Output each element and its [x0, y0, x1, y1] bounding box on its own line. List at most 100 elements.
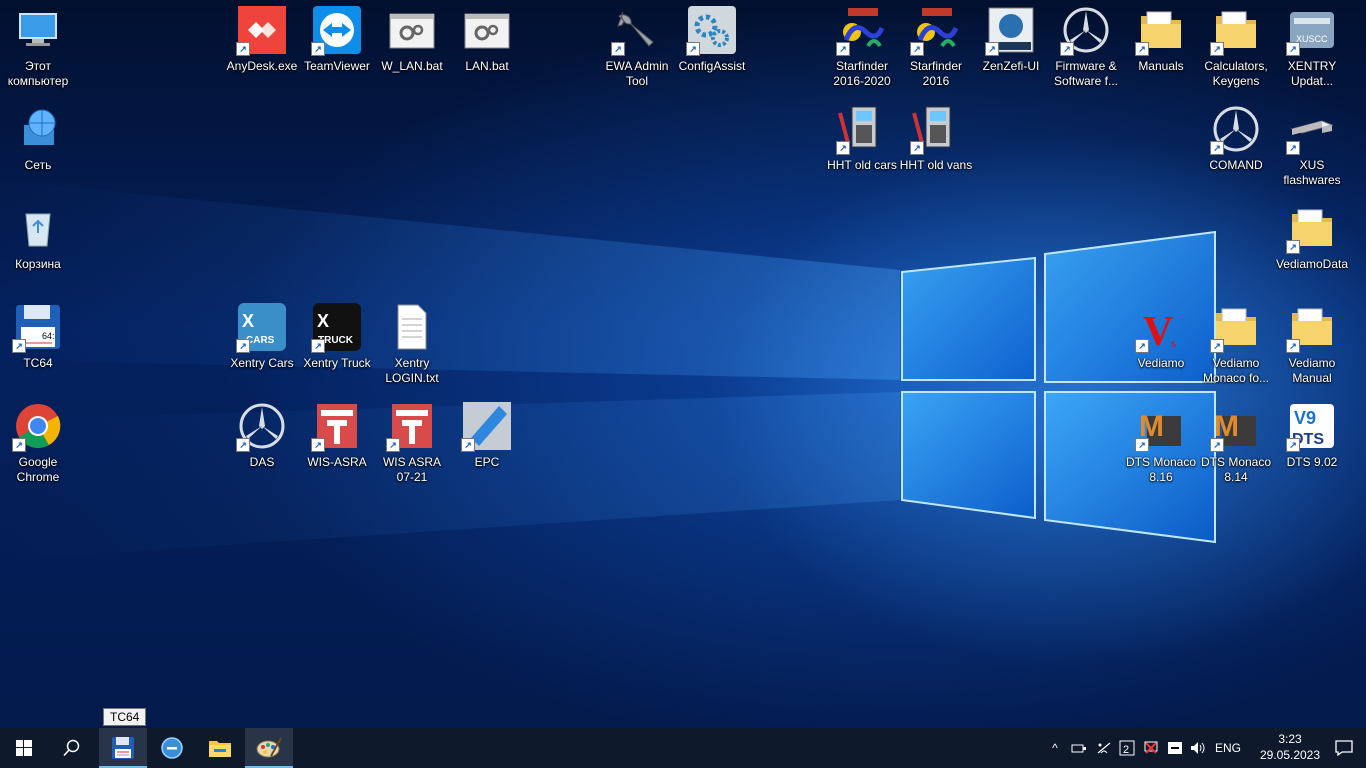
text-file-icon	[388, 303, 436, 351]
taskbar-app-blue-circle[interactable]	[148, 728, 196, 768]
batch-file-icon	[463, 6, 511, 54]
network-error-icon	[1144, 741, 1158, 754]
desktop-icon-vediamodata[interactable]: ↗ VediamoData	[1274, 204, 1350, 272]
zenzefi-icon: ↗	[985, 6, 1035, 56]
folder-icon: ↗	[1135, 6, 1185, 56]
desktop-icon-xus[interactable]: ↗ XUS flashwares	[1274, 105, 1350, 188]
drive-icon: ↗	[1286, 105, 1336, 155]
start-button[interactable]	[0, 728, 48, 768]
desktop-icon-manuals[interactable]: ↗ Manuals	[1123, 6, 1199, 74]
tray-network[interactable]	[1141, 728, 1161, 768]
desktop-icon-label: HHT old vans	[899, 158, 973, 172]
desktop-icon-calculators[interactable]: ↗ Calculators, Keygens	[1198, 6, 1274, 89]
desktop-icon-w_lan[interactable]: W_LAN.bat	[374, 6, 450, 74]
desktop-icon-label: WIS-ASRA	[307, 455, 367, 469]
taskbar-app-paint[interactable]	[245, 728, 293, 768]
shortcut-arrow-icon: ↗	[611, 42, 625, 56]
desktop-icon-hht_cars[interactable]: ↗ HHT old cars	[824, 105, 900, 173]
desktop-icon-label: Google Chrome	[16, 455, 60, 484]
desktop-icon-label: EWA Admin Tool	[605, 59, 669, 88]
desktop-icon-wis_asra_0721[interactable]: ↗ WIS ASRA 07-21	[374, 402, 450, 485]
dts-monaco-icon: M ↗	[1210, 402, 1260, 452]
desktop-icon-configassist[interactable]: ↗ ConfigAssist	[674, 6, 750, 74]
tray-wifi[interactable]	[1093, 728, 1115, 768]
shortcut-arrow-icon: ↗	[1135, 42, 1149, 56]
shortcut-arrow-icon: ↗	[1060, 42, 1074, 56]
desktop-icon-label: Vediamo Monaco fo...	[1202, 356, 1270, 385]
desktop-icon-vediamo[interactable]: Vs ↗ Vediamo	[1123, 303, 1199, 371]
folder-icon: ↗	[1286, 303, 1336, 353]
desktop-icon-label: TeamViewer	[304, 59, 370, 73]
desktop-icon-anydesk[interactable]: ↗ AnyDesk.exe	[224, 6, 300, 74]
tray-minus-icon	[1168, 742, 1182, 754]
tray-usb[interactable]	[1069, 728, 1089, 768]
clock-time: 3:23	[1278, 732, 1302, 746]
tray-overflow-chevron[interactable]: ^	[1045, 728, 1065, 768]
desktop-icon-label: Xentry Truck	[303, 356, 371, 370]
svg-text:XUSCC: XUSCC	[1296, 34, 1328, 44]
desktop-icon-epc[interactable]: ↗ EPC	[449, 402, 525, 470]
action-center-button[interactable]	[1322, 728, 1366, 768]
desktop-icon-vediamo_manual[interactable]: ↗ Vediamo Manual	[1274, 303, 1350, 386]
wis-lift-icon: ↗	[311, 402, 361, 452]
desktop-icon-starfinder2016_2020[interactable]: ↗ Starfinder 2016-2020	[824, 6, 900, 89]
tray-volume[interactable]	[1188, 728, 1208, 768]
desktop-icon-label: Vediamo	[1137, 356, 1185, 370]
taskbar-app-explorer[interactable]	[196, 728, 244, 768]
xentry-cars-icon: X CARS ↗	[236, 303, 286, 353]
taskbar-app-tc64[interactable]	[99, 728, 147, 768]
desktop-icon-label: HHT old cars	[827, 158, 897, 172]
desktop-icon-comand[interactable]: ↗ COMAND	[1198, 105, 1274, 173]
desktop-icon-label: EPC	[474, 455, 500, 469]
floppy-disk-icon	[112, 737, 134, 759]
desktop-icon-tc64[interactable]: 64: ↗ TC64	[0, 303, 76, 371]
desktop-icon-label: Корзина	[15, 257, 61, 271]
desktop-icon-xentry_truck[interactable]: X TRUCK ↗ Xentry Truck	[299, 303, 375, 371]
desktop-icon-dts_814[interactable]: M ↗ DTS Monaco 8.14	[1198, 402, 1274, 485]
desktop-icon-xentry_login[interactable]: Xentry LOGIN.txt	[374, 303, 450, 386]
desktop-icon-recycle[interactable]: Корзина	[0, 204, 76, 272]
desktop-icon-label: VediamoData	[1275, 257, 1349, 271]
mercedes-star-icon: ↗	[1210, 105, 1260, 155]
desktop-icon-xentry_cars[interactable]: X CARS ↗ Xentry Cars	[224, 303, 300, 371]
taskbar-tooltip: TC64	[103, 708, 147, 726]
desktop-icon-zenzefi[interactable]: ↗ ZenZefi-UI	[973, 6, 1049, 74]
desktop-icon-firmware[interactable]: ↗ Firmware & Software f...	[1048, 6, 1124, 89]
desktop-icon-network[interactable]: Сеть	[0, 105, 76, 173]
desktop-icon-wis_asra[interactable]: ↗ WIS-ASRA	[299, 402, 375, 470]
chrome-icon: ↗	[12, 402, 62, 452]
tray-app-3[interactable]	[1165, 728, 1185, 768]
mercedes-star-icon: ↗	[1060, 6, 1110, 56]
svg-text:V9: V9	[1294, 408, 1316, 428]
shortcut-arrow-icon: ↗	[236, 438, 250, 452]
desktop-icon-label: XUS flashwares	[1283, 158, 1341, 187]
shortcut-arrow-icon: ↗	[1286, 339, 1300, 353]
desktop-icon-starfinder2016[interactable]: ↗ Starfinder 2016	[898, 6, 974, 89]
hht-icon: ↗	[910, 105, 960, 155]
wis-lift-icon: ↗	[386, 402, 436, 452]
desktop-icon-label: Starfinder 2016	[909, 59, 963, 88]
vediamo-icon: Vs ↗	[1135, 303, 1185, 353]
desktop-icon-ewa[interactable]: ↗ EWA Admin Tool	[599, 6, 675, 89]
desktop-icon-lan[interactable]: LAN.bat	[449, 6, 525, 74]
desktop-icon-vediamo_monaco[interactable]: ↗ Vediamo Monaco fo...	[1198, 303, 1274, 386]
search-icon	[63, 739, 80, 757]
desktop-icon-this-pc[interactable]: Этот компьютер	[0, 6, 76, 89]
tray-language[interactable]: ENG	[1211, 728, 1245, 768]
desktop-icon-dts_902[interactable]: V9 DTS ↗ DTS 9.02	[1274, 402, 1350, 470]
recycle-bin-icon	[14, 204, 62, 252]
desktop-icon-xentry_update[interactable]: XUSCC ↗ XENTRY Updat...	[1274, 6, 1350, 89]
desktop-icon-hht_vans[interactable]: ↗ HHT old vans	[898, 105, 974, 173]
desktop-icon-teamviewer[interactable]: ↗ TeamViewer	[299, 6, 375, 74]
tray-clock[interactable]: 3:23 29.05.2023	[1258, 731, 1322, 763]
desktop-icon-label: DTS Monaco 8.16	[1125, 455, 1197, 484]
desktop-icon-dts_816[interactable]: M ↗ DTS Monaco 8.16	[1123, 402, 1199, 485]
desktop-icon-das[interactable]: ↗ DAS	[224, 402, 300, 470]
search-button[interactable]	[48, 728, 96, 768]
shortcut-arrow-icon: ↗	[1286, 141, 1300, 155]
desktop-icon-label: Этот компьютер	[7, 59, 69, 88]
svg-text:2: 2	[1123, 744, 1129, 756]
svg-text:X: X	[242, 311, 254, 331]
desktop-icon-chrome[interactable]: ↗ Google Chrome	[0, 402, 76, 485]
tray-app-2[interactable]: 2	[1117, 728, 1137, 768]
